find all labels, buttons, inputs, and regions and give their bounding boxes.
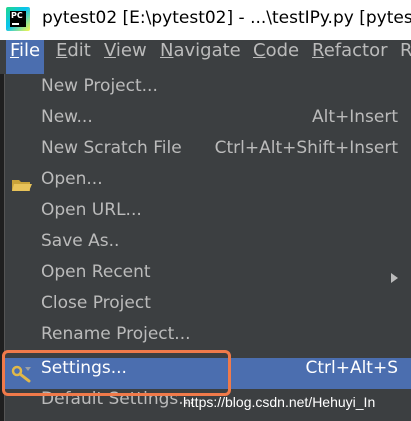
- menu-bar: File Edit View Navigate Code Refactor R: [0, 40, 411, 74]
- annotation-highlight-box: [2, 350, 231, 396]
- menu-item-close-project[interactable]: Close Project: [5, 293, 411, 324]
- menu-item-open-url[interactable]: Open URL...: [5, 200, 411, 231]
- shortcut-label: Alt+Insert: [311, 107, 398, 127]
- menu-item-new-project[interactable]: New Project...: [5, 76, 411, 107]
- submenu-arrow-icon: [391, 273, 398, 283]
- menu-edit[interactable]: Edit: [52, 40, 95, 74]
- menu-item-new[interactable]: New... Alt+Insert: [5, 107, 411, 138]
- menu-navigate[interactable]: Navigate: [156, 40, 245, 74]
- menu-run[interactable]: R: [396, 40, 411, 74]
- folder-icon: [12, 180, 32, 191]
- menu-code[interactable]: Code: [249, 40, 303, 74]
- pycharm-logo-icon: PC: [6, 7, 30, 31]
- window-title: pytest02 [E:\pytest02] - ...\testIPy.py …: [42, 8, 411, 28]
- title-bar: PC pytest02 [E:\pytest02] - ...\testIPy.…: [0, 0, 411, 40]
- menu-item-save-as[interactable]: Save As..: [5, 231, 411, 262]
- shortcut-label: Ctrl+Alt+Shift+Insert: [214, 138, 398, 158]
- menu-view[interactable]: View: [100, 40, 151, 74]
- menu-file[interactable]: File: [6, 40, 45, 74]
- shortcut-label: Ctrl+Alt+S: [305, 358, 398, 378]
- menu-item-open-recent[interactable]: Open Recent: [5, 262, 411, 293]
- menu-refactor[interactable]: Refactor: [308, 40, 392, 74]
- menu-item-new-scratch-file[interactable]: New Scratch File Ctrl+Alt+Shift+Insert: [5, 138, 411, 169]
- menu-item-open[interactable]: Open...: [5, 169, 411, 200]
- watermark: https://blog.csdn.net/Hehuyi_In: [183, 394, 376, 410]
